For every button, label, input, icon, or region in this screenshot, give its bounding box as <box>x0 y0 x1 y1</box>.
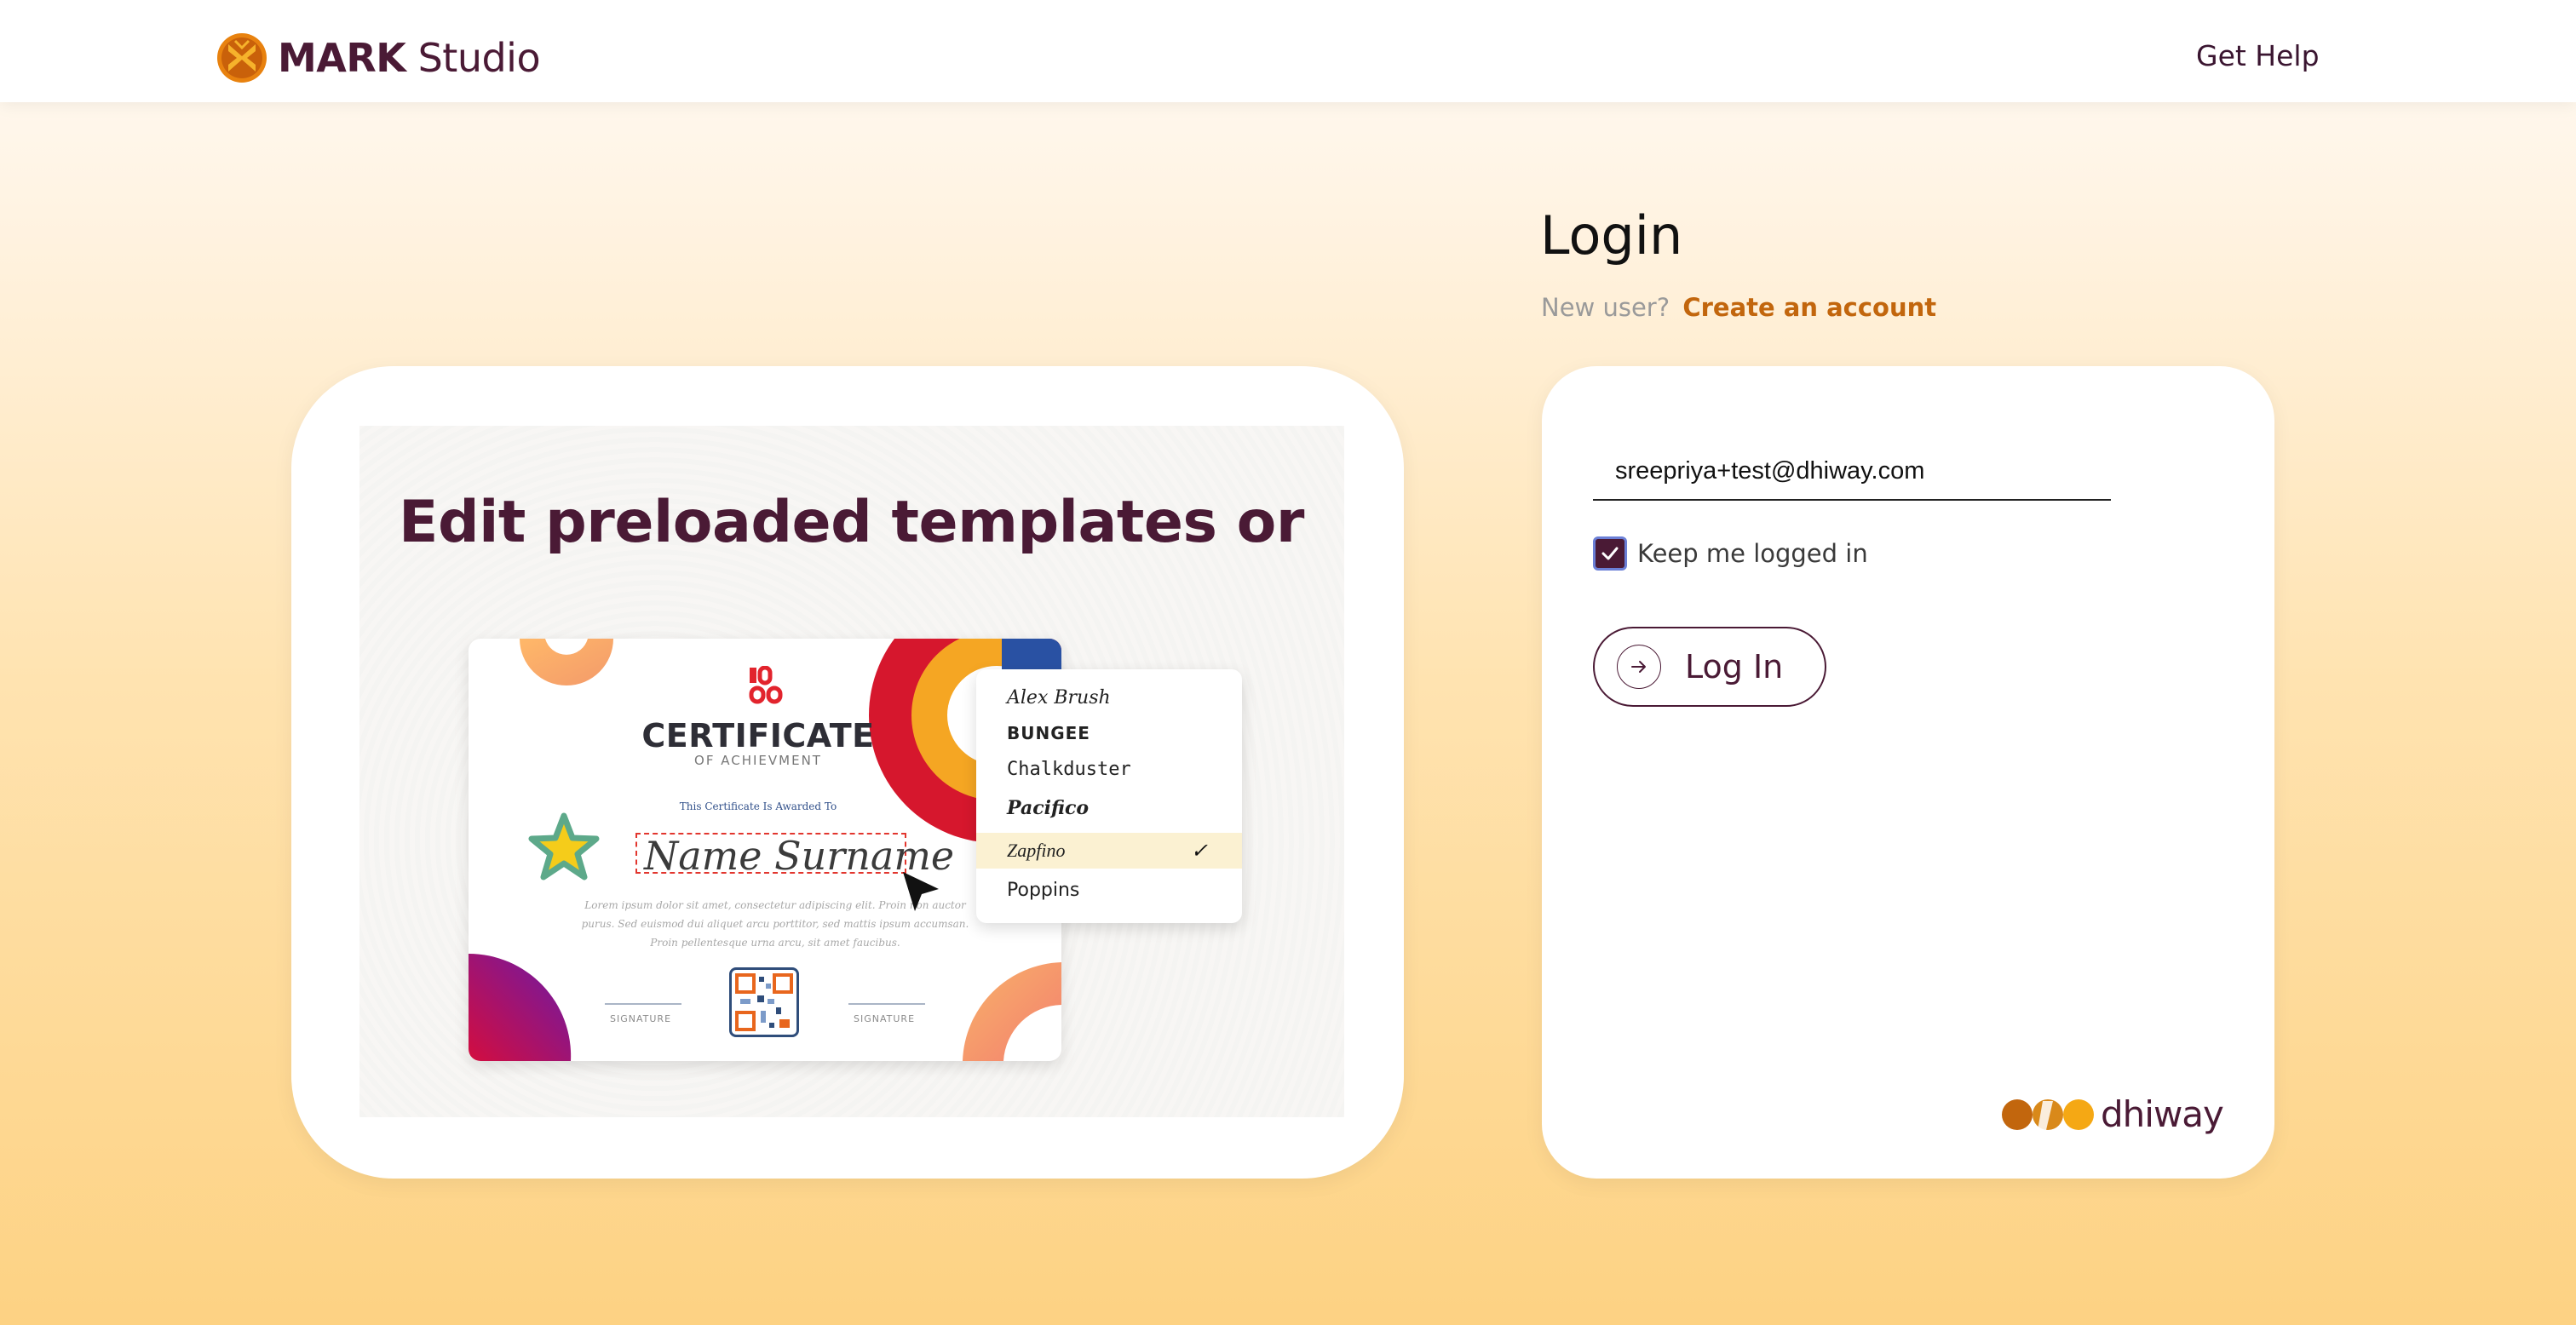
checkmark-icon <box>1601 547 1619 560</box>
dhiway-logo: dhiway <box>2002 1093 2224 1135</box>
font-option-chalkduster: Chalkduster <box>1007 758 1131 780</box>
mark-studio-logo-icon <box>217 33 267 83</box>
login-button-label: Log In <box>1685 648 1784 685</box>
certificate-subtitle: OF ACHIEVMENT <box>694 753 822 768</box>
email-field[interactable] <box>1593 443 2111 501</box>
dhiway-dots-icon <box>2002 1098 2094 1130</box>
brand[interactable]: MARK Studio <box>216 32 541 83</box>
font-option-zapfino: Zapfino ✓ <box>976 833 1242 869</box>
keep-logged-in-row[interactable]: Keep me logged in <box>1593 536 1868 571</box>
certificate-logo-icon <box>749 666 783 704</box>
promo-card: Edit preloaded templates or CERTIFICATE … <box>291 366 1404 1179</box>
check-icon: ✓ <box>1190 840 1208 863</box>
signature-line-left <box>605 1003 681 1005</box>
dhiway-wordmark: dhiway <box>2101 1093 2224 1135</box>
top-header: MARK Studio Get Help <box>0 0 2576 102</box>
font-dropdown: Alex Brush BUNGEE Chalkduster Pacifico Z… <box>976 669 1242 923</box>
signature-label-right: SIGNATURE <box>854 1013 916 1024</box>
font-option-zapfino-label: Zapfino <box>1007 840 1066 861</box>
qr-code-icon <box>729 967 799 1037</box>
new-user-row: New user? Create an account <box>1541 293 1936 322</box>
promo-heading: Edit preloaded templates or <box>399 489 1304 556</box>
corner-arc-bottom-right <box>963 962 1061 1061</box>
keep-logged-in-label: Keep me logged in <box>1637 539 1868 568</box>
brand-name-light: Studio <box>417 35 541 81</box>
brand-name: MARK Studio <box>278 35 541 81</box>
login-title: Login <box>1540 204 1683 267</box>
cursor-arrow-icon <box>903 872 939 911</box>
new-user-text: New user? <box>1541 293 1670 322</box>
get-help-link[interactable]: Get Help <box>2196 39 2320 72</box>
login-card: Keep me logged in Log In dhiway <box>1542 366 2274 1179</box>
corner-arc-top-left <box>520 639 613 685</box>
font-option-poppins: Poppins <box>1007 879 1080 901</box>
certificate-title: CERTIFICATE <box>641 717 875 754</box>
arrow-right-icon <box>1617 645 1661 689</box>
font-option-pacifico: Pacifico <box>1007 797 1090 819</box>
brand-name-bold: MARK <box>278 35 406 81</box>
signature-line-right <box>848 1003 925 1005</box>
login-button[interactable]: Log In <box>1593 627 1826 707</box>
certificate-preview: CERTIFICATE OF ACHIEVMENT This Certifica… <box>469 639 1061 1061</box>
corner-purple-wedge <box>469 953 572 1061</box>
star-icon <box>528 812 600 880</box>
font-option-alex-brush: Alex Brush <box>1007 686 1111 708</box>
font-option-bungee: BUNGEE <box>1007 723 1090 743</box>
create-account-link[interactable]: Create an account <box>1682 293 1936 322</box>
keep-logged-in-checkbox[interactable] <box>1593 536 1627 571</box>
promo-illustration: Edit preloaded templates or CERTIFICATE … <box>359 426 1344 1117</box>
signature-label-left: SIGNATURE <box>610 1013 672 1024</box>
